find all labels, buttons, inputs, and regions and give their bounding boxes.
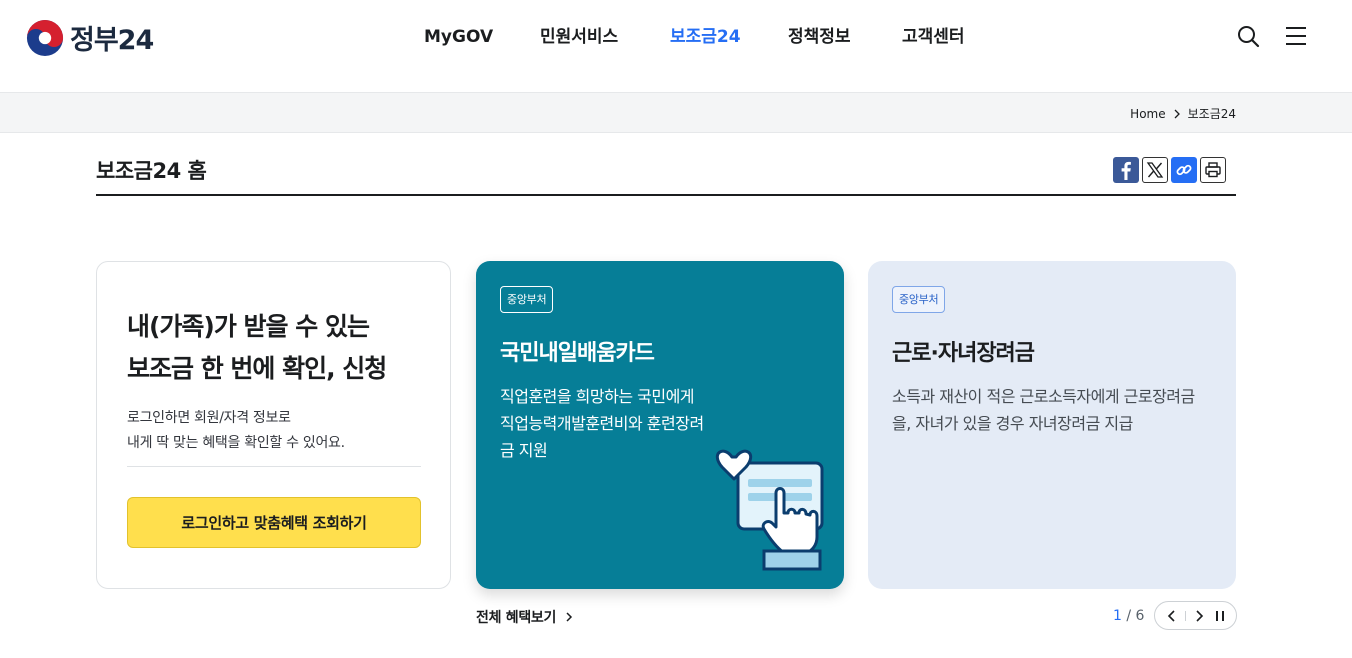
search-icon[interactable] bbox=[1236, 24, 1260, 48]
login-desc-line2: 내게 딱 맞는 혜택을 확인할 수 있어요. bbox=[127, 435, 345, 451]
nav-policy-info[interactable]: 정책정보 bbox=[788, 24, 902, 50]
login-headline-line1: 내(가족)가 받을 수 있는 bbox=[127, 312, 370, 341]
login-description: 로그인하면 회원/자격 정보로 내게 딱 맞는 혜택을 확인할 수 있어요. bbox=[127, 406, 345, 456]
pause-icon[interactable] bbox=[1212, 608, 1228, 624]
menu-icon[interactable] bbox=[1284, 24, 1308, 48]
view-all-label: 전체 혜택보기 bbox=[476, 610, 557, 626]
breadcrumb-current: 보조금24 bbox=[1187, 107, 1236, 121]
view-all-benefits-link[interactable]: 전체 혜택보기 bbox=[476, 607, 576, 627]
header-utilities bbox=[1236, 24, 1308, 48]
page-title-row: 보조금24 홈 bbox=[96, 150, 1236, 196]
x-share-button[interactable] bbox=[1142, 157, 1168, 183]
share-buttons bbox=[1113, 157, 1226, 183]
login-card: 내(가족)가 받을 수 있는 보조금 한 번에 확인, 신청 로그인하면 회원/… bbox=[96, 261, 451, 589]
slide-counter: 1 / 6 bbox=[1113, 608, 1144, 624]
facebook-share-button[interactable] bbox=[1113, 157, 1139, 183]
benefit-card-description: 직업훈련을 희망하는 국민에게 직업능력개발훈련비와 훈련장려금 지원 bbox=[500, 387, 704, 460]
benefit-card-description: 소득과 재산이 적은 근로소득자에게 근로장려금을, 자녀가 있을 경우 자녀장… bbox=[892, 387, 1195, 433]
print-button[interactable] bbox=[1200, 157, 1226, 183]
site-header: 정부24 MyGOV 민원서비스 보조금24 정책정보 고객센터 bbox=[0, 0, 1352, 92]
nav-customer-center[interactable]: 고객센터 bbox=[902, 24, 982, 50]
slide-pager: 1 / 6 bbox=[1113, 601, 1238, 630]
page-title: 보조금24 홈 bbox=[96, 159, 207, 183]
benefit-card-title: 국민내일배움카드 bbox=[500, 341, 655, 366]
breadcrumb: Home 보조금24 bbox=[1130, 105, 1236, 122]
nav-civil-services[interactable]: 민원서비스 bbox=[540, 24, 670, 50]
category-badge: 중앙부처 bbox=[500, 286, 554, 313]
logo-text: 정부24 bbox=[70, 25, 154, 56]
site-logo[interactable]: 정부24 bbox=[26, 18, 154, 57]
login-headline-line2: 보조금 한 번에 확인, 신청 bbox=[127, 354, 387, 383]
chevron-right-icon bbox=[566, 612, 573, 622]
chevron-right-icon[interactable] bbox=[1191, 608, 1207, 624]
link-icon bbox=[1176, 164, 1192, 176]
divider bbox=[1184, 610, 1186, 621]
copy-link-button[interactable] bbox=[1171, 157, 1197, 183]
card-click-illustration-icon bbox=[715, 449, 824, 571]
login-desc-line1: 로그인하면 회원/자격 정보로 bbox=[127, 410, 291, 426]
login-custom-benefit-button[interactable]: 로그인하고 맞춤혜택 조회하기 bbox=[127, 497, 421, 548]
nav-subsidy24[interactable]: 보조금24 bbox=[670, 24, 788, 50]
breadcrumb-bar: Home 보조금24 bbox=[0, 92, 1352, 133]
benefit-card-active[interactable]: 중앙부처 국민내일배움카드 직업훈련을 희망하는 국민에게 직업능력개발훈련비와… bbox=[476, 261, 844, 589]
slide-separator: / bbox=[1121, 607, 1136, 624]
category-badge: 중앙부처 bbox=[892, 286, 946, 313]
chevron-right-icon bbox=[1174, 109, 1180, 118]
slide-controls bbox=[1154, 601, 1238, 630]
chevron-left-icon[interactable] bbox=[1164, 608, 1180, 624]
global-nav: MyGOV 민원서비스 보조금24 정책정보 고객센터 bbox=[424, 24, 982, 50]
taeguk-logo-icon bbox=[26, 19, 64, 56]
divider bbox=[127, 466, 421, 467]
x-icon bbox=[1146, 162, 1164, 178]
slide-total: 6 bbox=[1135, 607, 1145, 624]
print-icon bbox=[1205, 162, 1221, 178]
nav-mygov[interactable]: MyGOV bbox=[424, 24, 540, 50]
benefit-card-title: 근로·자녀장려금 bbox=[892, 341, 1035, 366]
login-headline: 내(가족)가 받을 수 있는 보조금 한 번에 확인, 신청 bbox=[127, 306, 387, 390]
slide-current: 1 bbox=[1113, 607, 1122, 624]
breadcrumb-home[interactable]: Home bbox=[1130, 107, 1165, 121]
facebook-icon bbox=[1121, 161, 1131, 180]
benefit-card-next[interactable]: 중앙부처 근로·자녀장려금 소득과 재산이 적은 근로소득자에게 근로장려금을,… bbox=[868, 261, 1236, 589]
